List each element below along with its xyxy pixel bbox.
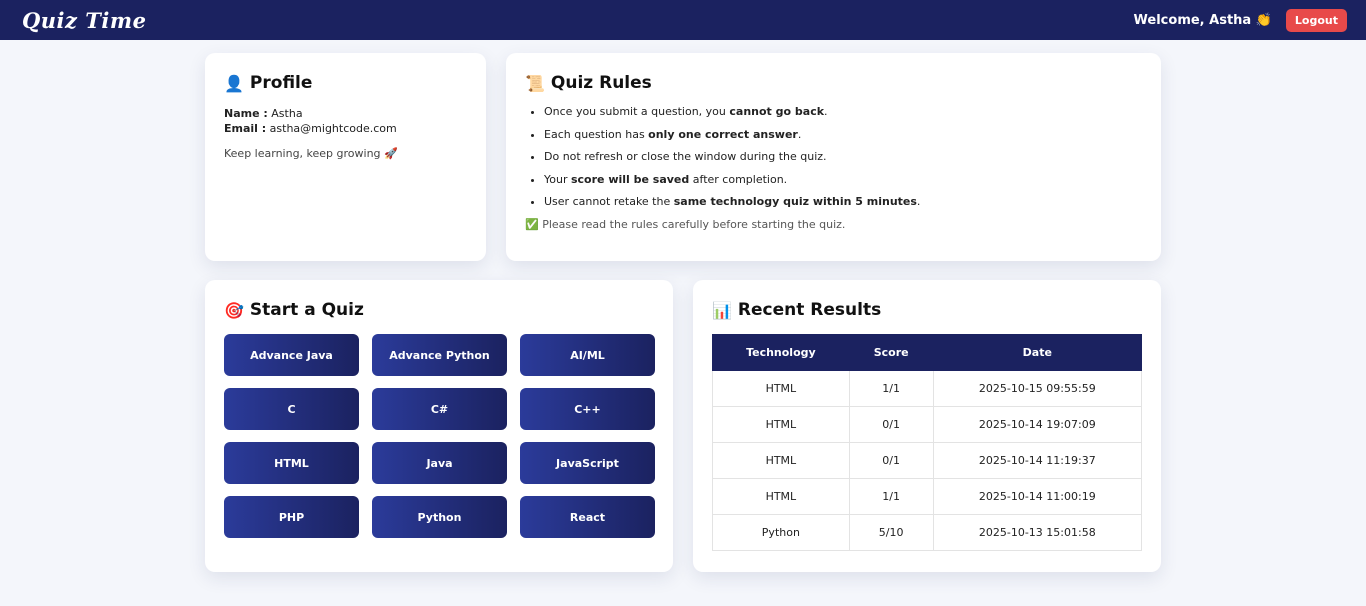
nav-right: Welcome, Astha 👏 Logout bbox=[1133, 8, 1347, 32]
user-icon: 👤 bbox=[224, 73, 244, 93]
table-row: Python 5/10 2025-10-13 15:01:58 bbox=[712, 514, 1143, 551]
quiz-button-grid: Advance Java Advance Python AI/ML C C# C… bbox=[224, 334, 655, 538]
cell-technology: HTML bbox=[712, 442, 850, 479]
bar-chart-icon: 📊 bbox=[712, 300, 732, 320]
quiz-button-advance-java[interactable]: Advance Java bbox=[224, 334, 359, 376]
table-row: HTML 1/1 2025-10-15 09:55:59 bbox=[712, 370, 1143, 407]
name-value: Astha bbox=[271, 107, 303, 120]
rules-title-text: Quiz Rules bbox=[550, 73, 652, 93]
cell-date: 2025-10-14 11:19:37 bbox=[932, 442, 1143, 479]
welcome-text: Welcome, Astha 👏 bbox=[1133, 12, 1272, 28]
email-value: astha@mightcode.com bbox=[269, 122, 397, 135]
column-header-score: Score bbox=[848, 334, 934, 371]
results-table: Technology Score Date HTML 1/1 2025-10-1… bbox=[712, 334, 1143, 551]
table-header-row: Technology Score Date bbox=[712, 334, 1143, 371]
rules-title: 📜 Quiz Rules bbox=[525, 73, 1142, 93]
rule-item: Once you submit a question, you cannot g… bbox=[544, 105, 1142, 119]
quiz-button-java[interactable]: Java bbox=[372, 442, 507, 484]
email-label: Email : bbox=[224, 122, 267, 135]
quiz-button-csharp[interactable]: C# bbox=[372, 388, 507, 430]
rule-item: Do not refresh or close the window durin… bbox=[544, 150, 1142, 164]
start-quiz-card: 🎯 Start a Quiz Advance Java Advance Pyth… bbox=[205, 280, 673, 572]
cell-technology: HTML bbox=[712, 478, 850, 515]
cell-technology: HTML bbox=[712, 406, 850, 443]
quiz-button-html[interactable]: HTML bbox=[224, 442, 359, 484]
quiz-button-c[interactable]: C bbox=[224, 388, 359, 430]
quiz-button-react[interactable]: React bbox=[520, 496, 655, 538]
cell-score: 0/1 bbox=[848, 442, 934, 479]
name-label: Name : bbox=[224, 107, 268, 120]
target-icon: 🎯 bbox=[224, 300, 244, 320]
cell-date: 2025-10-15 09:55:59 bbox=[932, 370, 1143, 407]
recent-results-card: 📊 Recent Results Technology Score Date H… bbox=[693, 280, 1161, 572]
logout-button[interactable]: Logout bbox=[1285, 8, 1347, 32]
table-row: HTML 0/1 2025-10-14 11:19:37 bbox=[712, 442, 1143, 479]
cell-score: 0/1 bbox=[848, 406, 934, 443]
results-title: 📊 Recent Results bbox=[712, 300, 1142, 320]
rules-note: ✅ Please read the rules carefully before… bbox=[525, 217, 846, 231]
profile-email: Email : astha@mightcode.com bbox=[224, 122, 467, 135]
cell-date: 2025-10-14 19:07:09 bbox=[932, 406, 1143, 443]
rule-item: Each question has only one correct answe… bbox=[544, 128, 1142, 142]
rule-item: User cannot retake the same technology q… bbox=[544, 195, 1142, 209]
cell-date: 2025-10-14 11:00:19 bbox=[932, 478, 1143, 515]
profile-card: 👤 Profile Name : Astha Email : astha@mig… bbox=[205, 53, 486, 261]
cell-technology: Python bbox=[712, 514, 850, 551]
quiz-button-cpp[interactable]: C++ bbox=[520, 388, 655, 430]
quiz-button-ai-ml[interactable]: AI/ML bbox=[520, 334, 655, 376]
profile-title-text: Profile bbox=[249, 73, 313, 93]
cell-score: 5/10 bbox=[848, 514, 934, 551]
column-header-date: Date bbox=[932, 334, 1143, 371]
brand-logo[interactable]: Quiz Time bbox=[22, 8, 146, 33]
cell-date: 2025-10-13 15:01:58 bbox=[932, 514, 1143, 551]
rules-card: 📜 Quiz Rules Once you submit a question,… bbox=[506, 53, 1161, 261]
profile-name: Name : Astha bbox=[224, 107, 467, 120]
cell-score: 1/1 bbox=[848, 478, 934, 515]
profile-tagline: Keep learning, keep growing 🚀 bbox=[224, 147, 398, 160]
scroll-icon: 📜 bbox=[525, 73, 545, 93]
table-row: HTML 1/1 2025-10-14 11:00:19 bbox=[712, 478, 1143, 515]
table-row: HTML 0/1 2025-10-14 19:07:09 bbox=[712, 406, 1143, 443]
quiz-button-javascript[interactable]: JavaScript bbox=[520, 442, 655, 484]
rule-item: Your score will be saved after completio… bbox=[544, 173, 1142, 187]
profile-title: 👤 Profile bbox=[224, 73, 467, 93]
results-title-text: Recent Results bbox=[737, 300, 882, 320]
navbar: Quiz Time Welcome, Astha 👏 Logout bbox=[0, 0, 1366, 40]
quiz-title: 🎯 Start a Quiz bbox=[224, 300, 654, 320]
quiz-button-python[interactable]: Python bbox=[372, 496, 507, 538]
quiz-button-advance-python[interactable]: Advance Python bbox=[372, 334, 507, 376]
quiz-button-php[interactable]: PHP bbox=[224, 496, 359, 538]
cell-score: 1/1 bbox=[848, 370, 934, 407]
quiz-title-text: Start a Quiz bbox=[249, 300, 364, 320]
cell-technology: HTML bbox=[712, 370, 850, 407]
column-header-technology: Technology bbox=[712, 334, 850, 371]
rules-list: Once you submit a question, you cannot g… bbox=[525, 105, 1142, 209]
